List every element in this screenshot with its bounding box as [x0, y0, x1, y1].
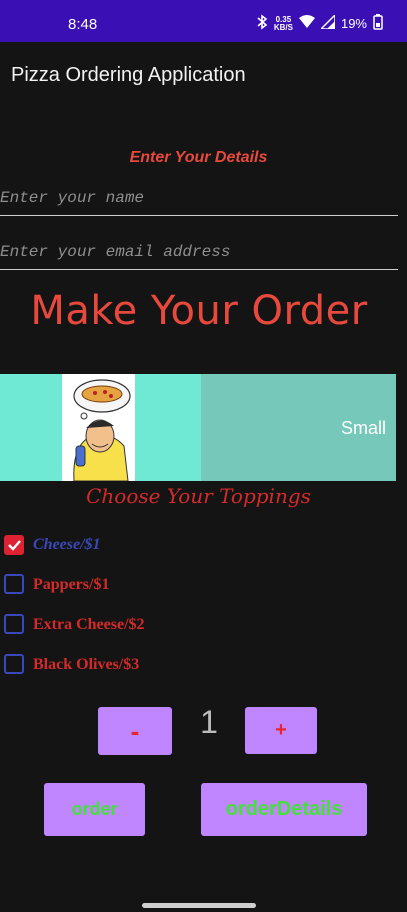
- signal-icon: [319, 13, 336, 32]
- decrease-button[interactable]: -: [98, 707, 172, 755]
- pizza-man-image: [62, 374, 135, 482]
- topping-label-cheese[interactable]: Cheese/$1: [33, 536, 101, 554]
- status-time: 8:48: [68, 16, 98, 33]
- status-bar: 8:48 0.35 KB/S 19%: [0, 0, 407, 42]
- details-heading: Enter Your Details: [129, 149, 268, 166]
- checkbox-cheese[interactable]: [4, 535, 24, 555]
- topping-label-extra-cheese[interactable]: Extra Cheese/$2: [33, 616, 145, 634]
- netspeed-unit: KB/S: [273, 22, 293, 32]
- increase-button[interactable]: +: [245, 707, 317, 754]
- name-input[interactable]: [0, 181, 398, 216]
- order-title: Make Your Order: [30, 288, 368, 334]
- order-button[interactable]: order: [44, 783, 145, 836]
- network-speed: 0.35 KB/S: [273, 15, 293, 32]
- topping-label-black-olives[interactable]: Black Olives/$3: [33, 656, 139, 674]
- battery-percentage: 19%: [340, 16, 367, 31]
- app-bar: Pizza Ordering Application: [0, 42, 407, 108]
- selected-size: Small: [340, 418, 386, 438]
- topping-label-pappers[interactable]: Pappers/$1: [33, 576, 109, 594]
- checkbox-extra-cheese[interactable]: [4, 614, 24, 634]
- email-input[interactable]: [0, 235, 398, 270]
- check-icon: [8, 540, 21, 551]
- quantity-value: 1: [200, 704, 218, 740]
- battery-icon: [373, 14, 383, 33]
- checkbox-black-olives[interactable]: [4, 654, 24, 674]
- checkbox-pappers[interactable]: [4, 574, 24, 594]
- toppings-title: Choose Your Toppings: [86, 484, 311, 508]
- gesture-nav-handle[interactable]: [142, 903, 256, 908]
- app-title: Pizza Ordering Application: [11, 64, 246, 86]
- bluetooth-icon: [256, 14, 268, 33]
- order-details-button[interactable]: orderDetails: [201, 783, 367, 836]
- status-icons: 0.35 KB/S 19%: [256, 13, 383, 33]
- wifi-icon: [298, 15, 315, 32]
- size-selector[interactable]: Small: [0, 374, 396, 482]
